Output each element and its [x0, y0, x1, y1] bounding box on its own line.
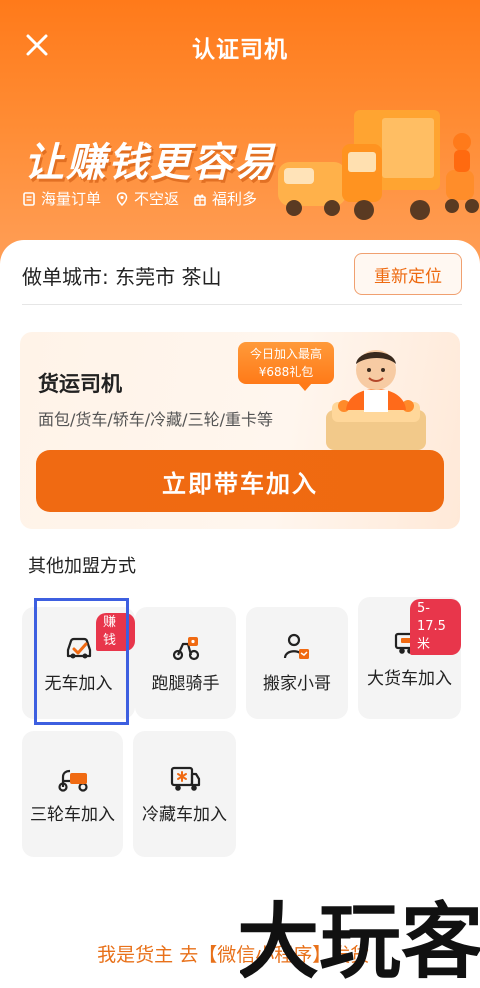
join-with-vehicle-button[interactable]: 立即带车加入: [36, 450, 444, 512]
other-methods-title: 其他加盟方式: [28, 556, 136, 577]
bonus-line-1: 今日加入最高: [249, 347, 322, 361]
relocate-button[interactable]: 重新定位: [354, 253, 462, 295]
svg-text:大玩客: 大玩客: [240, 895, 480, 988]
freight-driver-card: 货运司机 面包/货车/轿车/冷藏/三轮/重卡等 今日加入最高 ¥688礼包 立即…: [20, 332, 460, 529]
refrigerated-truck-icon: [170, 766, 200, 791]
mover-icon: [283, 633, 309, 659]
header-banner: 认证司机 让赚钱更容易 海量订单 不空返 福利多: [0, 0, 480, 275]
city-label: 做单城市: 东莞市 茶山: [22, 265, 222, 289]
slogan: 让赚钱更容易: [24, 140, 276, 186]
earn-badge: 赚钱: [96, 613, 135, 651]
tile-tricycle[interactable]: 三轮车加入: [22, 731, 123, 857]
gift-icon: [194, 193, 206, 206]
perk-orders: 海量订单: [22, 188, 101, 209]
size-badge: 5-17.5米: [410, 599, 461, 655]
tile-label: 跑腿骑手: [151, 674, 220, 694]
tile-refrigerated[interactable]: 冷藏车加入: [133, 731, 236, 857]
city-row: 做单城市: 东莞市 茶山 重新定位: [22, 253, 462, 305]
tile-no-vehicle[interactable]: 无车加入 赚钱: [22, 607, 135, 719]
tile-errand-rider[interactable]: 跑腿骑手: [135, 607, 236, 719]
driver-title: 货运司机: [38, 372, 122, 396]
perk-benefits: 福利多: [193, 188, 257, 209]
rider-icon: [172, 637, 199, 661]
tricycle-icon: [57, 769, 88, 792]
tile-label: 三轮车加入: [30, 805, 115, 825]
driver-avatar-illustration: [326, 350, 426, 450]
perk-no-empty: 不空返: [115, 188, 179, 209]
tile-label: 搬家小哥: [263, 674, 331, 694]
perk-label: 不空返: [134, 190, 180, 208]
bonus-line-2: ¥688礼包: [258, 365, 314, 379]
perk-label: 海量订单: [41, 190, 102, 208]
tile-label: 大货车加入: [367, 669, 452, 689]
page-title: 认证司机: [192, 37, 288, 63]
tile-label: 无车加入: [44, 674, 113, 694]
car-check-icon: [66, 637, 91, 659]
location-pin-icon: [116, 191, 128, 206]
document-icon: [23, 191, 35, 206]
tile-label: 冷藏车加入: [142, 805, 227, 825]
driver-subtitle: 面包/货车/轿车/冷藏/三轮/重卡等: [38, 410, 273, 429]
watermark-logo: 大玩客: [240, 895, 480, 988]
bonus-bubble: 今日加入最高 ¥688礼包: [238, 342, 334, 391]
perk-label: 福利多: [212, 190, 258, 208]
perk-list: 海量订单 不空返 福利多: [22, 188, 257, 209]
trucks-illustration: [278, 110, 479, 220]
tile-mover[interactable]: 搬家小哥: [246, 607, 348, 719]
tile-big-truck[interactable]: 大货车加入 5-17.5米: [358, 597, 461, 719]
